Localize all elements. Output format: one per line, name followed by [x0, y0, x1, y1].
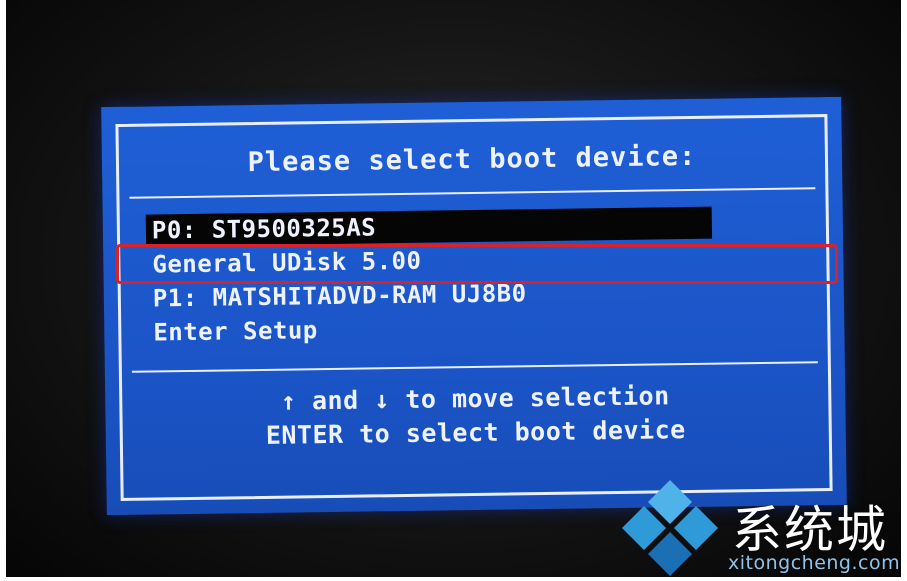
watermark-logo: 系统城 xitongcheng.com [610, 476, 900, 576]
help-move-selection: ↑ and ↓ to move selection [280, 381, 670, 416]
boot-menu-title: Please select boot device: [247, 140, 697, 179]
help-enter-select: ENTER to select boot device [265, 415, 686, 450]
boot-option-setup[interactable]: Enter Setup [147, 314, 318, 348]
boot-menu-frame: Please select boot device: P0: ST9500325… [115, 114, 833, 501]
diamond-logo-icon [622, 480, 718, 576]
red-highlight-box [116, 244, 838, 284]
watermark-domain: xitongcheng.com [728, 552, 901, 574]
divider-middle [131, 361, 818, 373]
boot-menu-screen: Please select boot device: P0: ST9500325… [101, 96, 847, 516]
photo-background: Please select boot device: P0: ST9500325… [6, 0, 901, 577]
divider-top [129, 187, 816, 199]
boot-option-p0[interactable]: P0: ST9500325AS [145, 206, 713, 247]
